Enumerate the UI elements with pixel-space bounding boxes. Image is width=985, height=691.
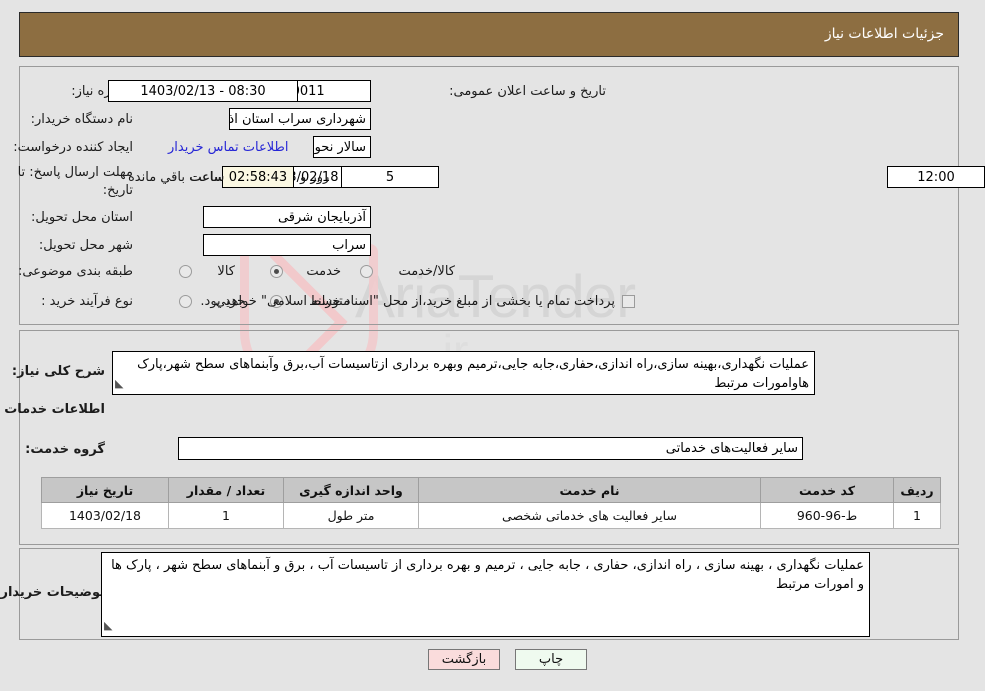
print-button[interactable]: چاپ (515, 649, 587, 670)
days-and-label: روز و (300, 170, 330, 185)
requester-value: سالار نحوی رازلیقی راننده شهرداری سراب ا… (313, 136, 371, 158)
buyer-notes-label: توضیحات خریدار: (0, 585, 105, 600)
resize-grip-icon-2: ◢ (104, 619, 113, 632)
services-table: ردیف کد خدمت نام خدمت واحد اندازه گیری ت… (41, 477, 941, 529)
col-header-unit: واحد اندازه گیری (283, 477, 419, 503)
hour-value: 12:00 (887, 166, 985, 188)
days-value: 5 (341, 166, 439, 188)
service-group-label: گروه خدمت: (25, 442, 105, 457)
deadline-label-line1: مهلت ارسال پاسخ: تا (17, 165, 133, 180)
general-desc-label: شرح کلی نیاز: (11, 364, 105, 379)
page-root: AriaTender .ir جزئیات اطلاعات نیاز شماره… (0, 0, 985, 691)
deadline-label-line2: تاریخ: (102, 183, 133, 198)
radio-category-khedmat[interactable] (270, 265, 283, 278)
radio-category-kala-label: کالا (217, 264, 235, 279)
col-header-row-no: ردیف (893, 477, 941, 503)
delivery-province-label: استان محل تحویل: (31, 210, 133, 225)
buyer-org-value: شهرداری سراب استان اذربایجان شرقی (229, 108, 371, 130)
buyer-org-label: نام دستگاه خریدار: (30, 112, 133, 127)
delivery-city-value: سراب (203, 234, 371, 256)
requester-label: ایجاد کننده درخواست: (13, 140, 133, 155)
cell-row-no: 1 (893, 502, 941, 529)
radio-category-kala-khedmat-label: کالا/خدمت (398, 264, 455, 279)
general-desc-value: عملیات نگهداری،بهینه سازی،راه اندازی،حفا… (137, 357, 809, 391)
treasury-note-text: پرداخت تمام یا بخشی از مبلغ خرید،از محل … (200, 294, 615, 309)
buyer-notes-textarea[interactable]: عملیات نگهداری ، بهینه سازی ، راه اندازی… (101, 552, 870, 637)
summary-panel (19, 66, 959, 325)
cell-quantity: 1 (168, 502, 284, 529)
col-header-service-code: کد خدمت (760, 477, 894, 503)
process-label: نوع فرآیند خرید : (41, 294, 133, 309)
page-header-bar: جزئیات اطلاعات نیاز (19, 12, 959, 57)
radio-category-kala[interactable] (179, 265, 192, 278)
delivery-province-value: آذربایجان شرقی (203, 206, 371, 228)
cell-unit: متر طول (283, 502, 419, 529)
back-button[interactable]: بازگشت (428, 649, 500, 670)
public-announce-value: 1403/02/13 - 08:30 (108, 80, 298, 102)
cell-service-name: سایر فعالیت های خدماتی شخصی (418, 502, 761, 529)
cell-service-code: ط-96-960 (760, 502, 894, 529)
general-desc-textarea[interactable]: عملیات نگهداری،بهینه سازی،راه اندازی،حفا… (112, 351, 815, 395)
table-header-row: ردیف کد خدمت نام خدمت واحد اندازه گیری ت… (41, 477, 941, 503)
remaining-hours-label: ساعت باقي مانده (128, 170, 225, 185)
page-title: جزئیات اطلاعات نیاز (824, 26, 944, 42)
buyer-notes-value: عملیات نگهداری ، بهینه سازی ، راه اندازی… (111, 558, 864, 592)
radio-process-jozei[interactable] (179, 295, 192, 308)
public-announce-label: تاریخ و ساعت اعلان عمومی: (449, 84, 606, 99)
table-row: 1 ط-96-960 سایر فعالیت های خدماتی شخصی م… (41, 502, 941, 529)
col-header-need-date: تاریخ نیاز (41, 477, 169, 503)
resize-grip-icon: ◢ (115, 377, 124, 390)
countdown-value: 02:58:43 (222, 166, 294, 188)
buyer-contact-link[interactable]: اطلاعات تماس خریدار (168, 140, 288, 155)
col-header-quantity: تعداد / مقدار (168, 477, 284, 503)
category-label: طبقه بندی موضوعی: (17, 264, 133, 279)
radio-category-khedmat-label: خدمت (306, 264, 341, 279)
delivery-city-label: شهر محل تحویل: (38, 238, 133, 253)
cell-need-date: 1403/02/18 (41, 502, 169, 529)
radio-category-kala-khedmat[interactable] (360, 265, 373, 278)
col-header-service-name: نام خدمت (418, 477, 761, 503)
treasury-documents-checkbox[interactable] (622, 295, 635, 308)
services-section-title: اطلاعات خدمات مورد نیاز (0, 402, 105, 417)
service-group-value: سایر فعالیت‌های خدماتی (178, 437, 803, 460)
